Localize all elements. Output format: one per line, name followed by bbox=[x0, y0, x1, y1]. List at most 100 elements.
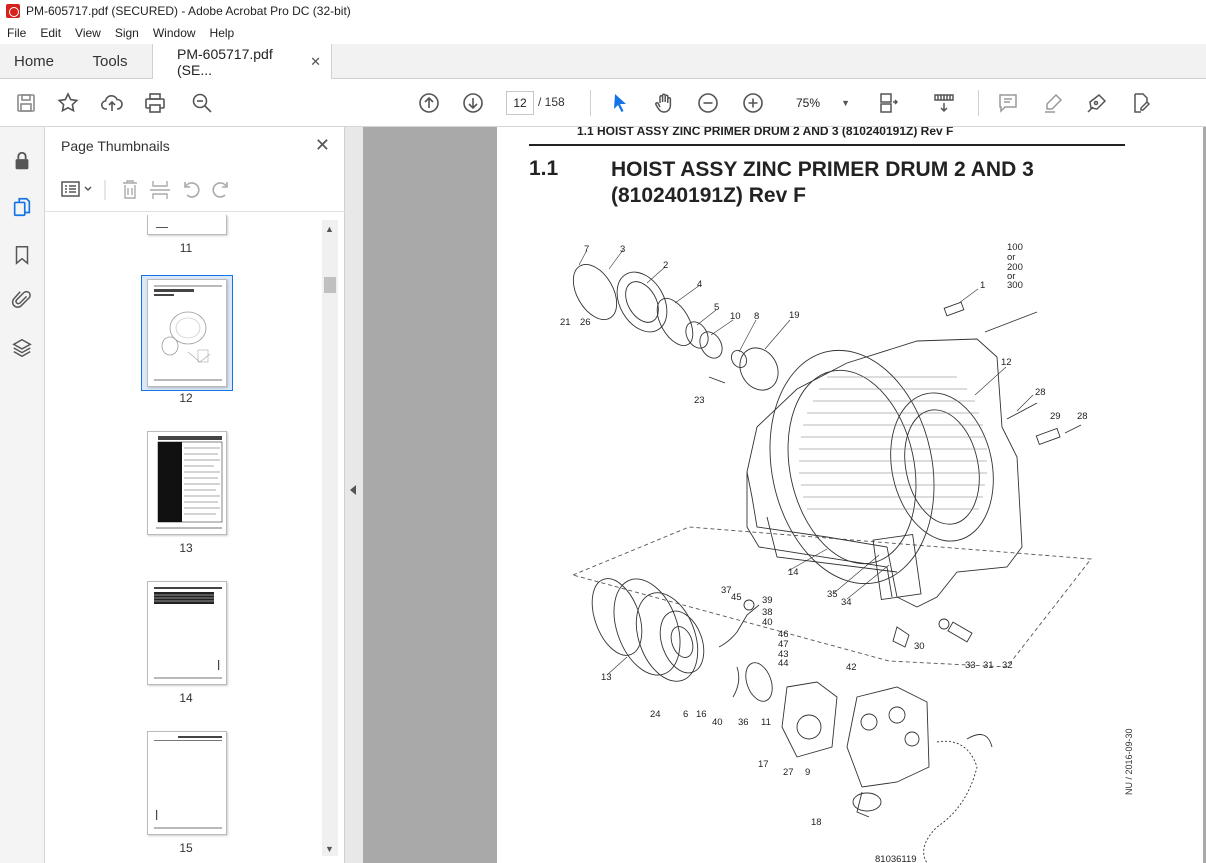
bottom-reference: 81036119 bbox=[875, 854, 917, 863]
callout-number: 5 bbox=[714, 302, 719, 313]
callout-number: 37 bbox=[721, 585, 732, 596]
callout-number: 12 bbox=[1001, 357, 1012, 368]
menu-bar: File Edit View Sign Window Help bbox=[0, 22, 1206, 44]
callout-number: 6 bbox=[683, 709, 688, 720]
thumbnail-options-icon[interactable] bbox=[61, 181, 92, 197]
export-edit-icon[interactable] bbox=[1127, 89, 1155, 117]
callout-number: 33 bbox=[965, 660, 976, 671]
menu-view[interactable]: View bbox=[68, 26, 108, 40]
rotate-clockwise-icon[interactable] bbox=[212, 182, 228, 198]
callout-number: 27 bbox=[783, 767, 794, 778]
window-title: PM-605717.pdf (SECURED) - Adobe Acrobat … bbox=[26, 4, 351, 18]
callout-number: 18 bbox=[811, 817, 822, 828]
scroll-down-icon[interactable]: ▼ bbox=[325, 844, 334, 854]
page-thumbnails-panel: Page Thumbnails ✕ 11 12 13 14 15 bbox=[45, 127, 345, 863]
main-toolbar bbox=[0, 79, 1206, 127]
collapse-arrow-icon[interactable] bbox=[350, 485, 356, 495]
menu-help[interactable]: Help bbox=[203, 26, 242, 40]
previous-page-icon[interactable] bbox=[415, 89, 443, 117]
scroll-mode-icon[interactable] bbox=[930, 89, 958, 117]
callout-number: 28 bbox=[1077, 411, 1088, 422]
callout-number: 3 bbox=[620, 244, 625, 255]
print-icon[interactable] bbox=[141, 89, 169, 117]
sign-pen-icon[interactable] bbox=[1083, 89, 1111, 117]
thumbnail-page-12[interactable] bbox=[147, 279, 227, 387]
callout-number: 40 bbox=[762, 617, 773, 628]
thumbnail-label: 12 bbox=[179, 391, 193, 405]
callout-number: 4 bbox=[697, 279, 702, 290]
callout-number: 1 bbox=[980, 280, 985, 291]
document-viewer[interactable]: 1.1 HOIST ASSY ZINC PRIMER DRUM 2 AND 3 … bbox=[363, 127, 1206, 863]
save-icon[interactable] bbox=[12, 89, 40, 117]
lock-icon[interactable] bbox=[10, 149, 34, 173]
close-panel-icon[interactable]: ✕ bbox=[315, 135, 330, 156]
menu-window[interactable]: Window bbox=[146, 26, 203, 40]
delete-page-icon[interactable] bbox=[123, 180, 137, 199]
hand-tool-icon[interactable] bbox=[650, 89, 678, 117]
zoom-out-icon[interactable] bbox=[694, 89, 722, 117]
scroll-up-icon[interactable]: ▲ bbox=[325, 224, 334, 234]
select-cursor-icon[interactable] bbox=[606, 89, 634, 117]
left-navigation-rail bbox=[0, 127, 45, 863]
panel-title: Page Thumbnails bbox=[61, 138, 170, 154]
upload-cloud-icon[interactable] bbox=[98, 89, 126, 117]
callout-number: 16 bbox=[696, 709, 707, 720]
panel-divider bbox=[45, 211, 345, 212]
menu-file[interactable]: File bbox=[0, 26, 33, 40]
menu-sign[interactable]: Sign bbox=[108, 26, 146, 40]
page-thumbnails-icon[interactable] bbox=[10, 195, 34, 219]
extract-page-icon[interactable] bbox=[150, 181, 170, 199]
close-tab-icon[interactable]: ✕ bbox=[310, 54, 321, 70]
thumbnail-scrollbar[interactable]: ▲ ▼ bbox=[322, 220, 338, 856]
comment-icon[interactable] bbox=[994, 89, 1022, 117]
zoom-in-icon[interactable] bbox=[739, 89, 767, 117]
callout-number: 11 bbox=[761, 717, 771, 728]
tab-home[interactable]: Home bbox=[0, 44, 68, 78]
acrobat-app-icon bbox=[6, 4, 20, 18]
callout-number: 17 bbox=[758, 759, 769, 770]
callout-number: 300 bbox=[1007, 280, 1023, 291]
layers-icon[interactable] bbox=[10, 336, 34, 360]
callout-number: 32 bbox=[1002, 660, 1013, 671]
attachments-icon[interactable] bbox=[10, 288, 34, 312]
callout-number: 30 bbox=[914, 641, 925, 652]
menu-edit[interactable]: Edit bbox=[33, 26, 68, 40]
callout-number: 19 bbox=[789, 310, 800, 321]
rotate-counterclockwise-icon[interactable] bbox=[184, 182, 200, 198]
title-bar: PM-605717.pdf (SECURED) - Adobe Acrobat … bbox=[0, 0, 1206, 22]
thumbnail-tools bbox=[59, 177, 319, 203]
callout-number: 24 bbox=[650, 709, 661, 720]
callout-number: 31 bbox=[983, 660, 994, 671]
callout-number: 10 bbox=[730, 311, 741, 322]
callout-number: 7 bbox=[584, 244, 589, 255]
callout-number: 45 bbox=[731, 592, 742, 603]
zoom-level-value: 75% bbox=[796, 96, 821, 110]
page-fit-icon[interactable] bbox=[874, 89, 902, 117]
bookmarks-icon[interactable] bbox=[10, 243, 34, 267]
panel-collapse-strip[interactable] bbox=[345, 127, 363, 863]
page-number-input[interactable]: 12 bbox=[506, 91, 534, 115]
zoom-search-icon[interactable] bbox=[188, 89, 216, 117]
callout-number: 42 bbox=[846, 662, 857, 673]
tab-bar: Home Tools PM-605717.pdf (SE... ✕ bbox=[0, 44, 1206, 80]
callout-number: 29 bbox=[1050, 411, 1061, 422]
tab-document[interactable]: PM-605717.pdf (SE... ✕ bbox=[152, 44, 332, 80]
highlight-pen-icon[interactable] bbox=[1039, 89, 1067, 117]
callout-number: 2 bbox=[663, 260, 668, 271]
tab-tools[interactable]: Tools bbox=[68, 44, 152, 78]
thumbnail-page-14[interactable] bbox=[147, 581, 227, 685]
bookmark-star-icon[interactable] bbox=[54, 89, 82, 117]
thumbnail-page-11[interactable] bbox=[147, 215, 227, 235]
callout-number: 13 bbox=[601, 672, 612, 683]
next-page-icon[interactable] bbox=[459, 89, 487, 117]
side-revision-text: NU / 2016-09-30 bbox=[1124, 728, 1134, 795]
thumbnail-label: 15 bbox=[179, 841, 193, 855]
callout-number: 8 bbox=[754, 311, 759, 322]
thumbnail-page-13[interactable] bbox=[147, 431, 227, 535]
zoom-level-dropdown[interactable]: 75% ▼ bbox=[786, 91, 856, 115]
callout-labels: 7 3 2 4 5 10 8 19 21 26 100 or 200 or 30… bbox=[560, 242, 1088, 863]
callout-number: 34 bbox=[841, 597, 852, 608]
thumbnail-page-15[interactable] bbox=[147, 731, 227, 835]
callout-number: 40 bbox=[712, 717, 723, 728]
scrollbar-thumb[interactable] bbox=[324, 277, 336, 293]
